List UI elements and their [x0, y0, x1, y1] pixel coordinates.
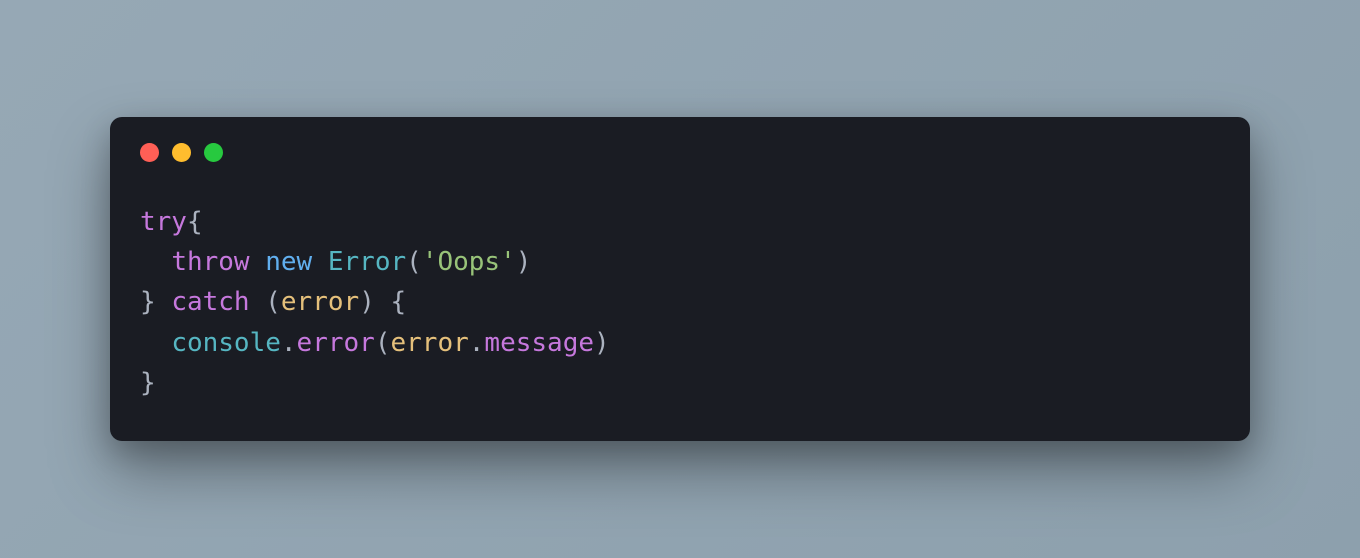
- window-titlebar: [110, 117, 1250, 162]
- paren: (: [406, 247, 422, 277]
- dot: .: [281, 328, 297, 358]
- keyword-try: try: [140, 207, 187, 237]
- method-error: error: [297, 328, 375, 358]
- dot: .: [469, 328, 485, 358]
- paren: ): [594, 328, 610, 358]
- indent: [140, 247, 171, 277]
- code-window: try{ throw new Error('Oops') } catch (er…: [110, 117, 1250, 441]
- minimize-icon[interactable]: [172, 143, 191, 162]
- paren: (: [265, 287, 281, 317]
- object-console: console: [171, 328, 281, 358]
- maximize-icon[interactable]: [204, 143, 223, 162]
- brace: {: [391, 287, 407, 317]
- keyword-throw: throw: [171, 247, 249, 277]
- close-icon[interactable]: [140, 143, 159, 162]
- paren: ): [359, 287, 375, 317]
- class-error: Error: [328, 247, 406, 277]
- brace: }: [140, 287, 156, 317]
- param-error: error: [281, 287, 359, 317]
- arg-error: error: [390, 328, 468, 358]
- string-literal: 'Oops': [422, 247, 516, 277]
- code-block: try{ throw new Error('Oops') } catch (er…: [110, 162, 1250, 403]
- keyword-new: new: [265, 247, 312, 277]
- brace: {: [187, 207, 203, 237]
- keyword-catch: catch: [171, 287, 249, 317]
- paren: ): [516, 247, 532, 277]
- indent: [140, 328, 171, 358]
- prop-message: message: [484, 328, 594, 358]
- brace: }: [140, 368, 156, 398]
- paren: (: [375, 328, 391, 358]
